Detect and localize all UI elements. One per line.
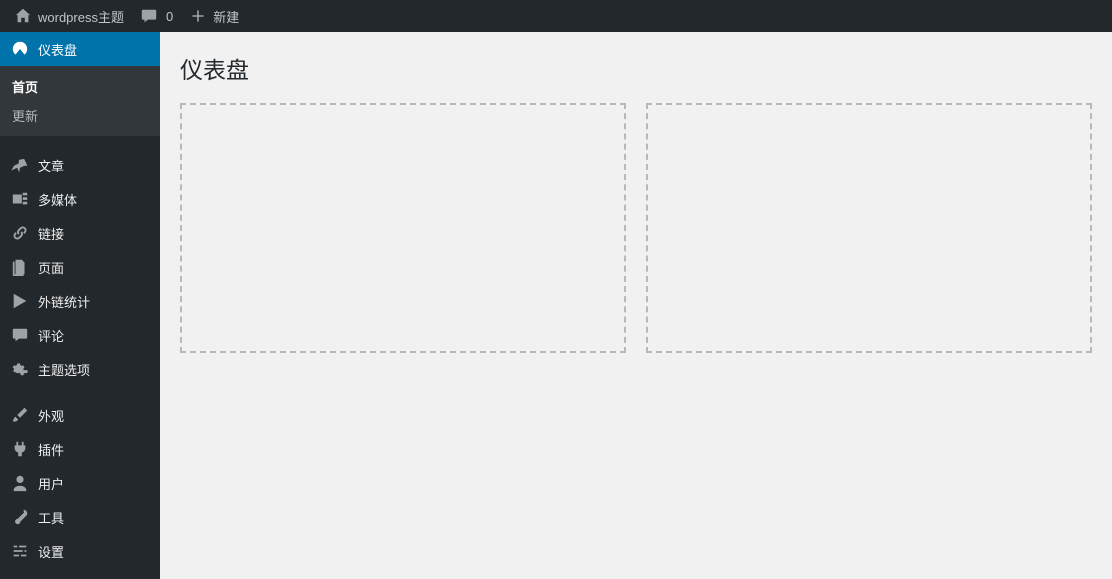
sidebar-item-label: 文章	[38, 156, 64, 175]
sidebar-item-label: 设置	[38, 542, 64, 561]
comment-icon	[10, 325, 30, 345]
sliders-icon	[10, 541, 30, 561]
sidebar-item-posts[interactable]: 文章	[0, 148, 160, 182]
pin-icon	[10, 155, 30, 175]
sidebar-item-appearance[interactable]: 外观	[0, 398, 160, 432]
admin-toolbar: wordpress主题 0 新建	[0, 0, 1112, 32]
wrench-icon	[10, 507, 30, 527]
sidebar-item-label: 主题选项	[38, 360, 90, 379]
sidebar-item-label: 外观	[38, 406, 64, 425]
sidebar-item-dashboard[interactable]: 仪表盘	[0, 32, 160, 66]
dashboard-icon	[10, 39, 30, 59]
sidebar-item-label: 工具	[38, 508, 64, 527]
stats-icon	[10, 291, 30, 311]
submenu-item-label: 首页	[12, 80, 38, 95]
sidebar-item-label: 链接	[38, 224, 64, 243]
dashboard-dropzone-right[interactable]	[646, 103, 1092, 353]
sidebar-item-label: 多媒体	[38, 190, 77, 209]
plugin-icon	[10, 439, 30, 459]
sidebar-item-pages[interactable]: 页面	[0, 250, 160, 284]
sidebar-item-comments[interactable]: 评论	[0, 318, 160, 352]
sidebar-item-label: 外链统计	[38, 292, 90, 311]
sidebar-item-label: 插件	[38, 440, 64, 459]
submenu-item-label: 更新	[12, 109, 38, 124]
sidebar-item-label: 页面	[38, 258, 64, 277]
sidebar-item-links[interactable]: 链接	[0, 216, 160, 250]
link-icon	[10, 223, 30, 243]
content-area: 仪表盘	[160, 32, 1112, 579]
site-link[interactable]: wordpress主题	[6, 0, 132, 32]
menu-separator	[0, 386, 160, 398]
dashboard-dropzone-left[interactable]	[180, 103, 626, 353]
admin-sidebar: 仪表盘 首页 更新 文章 多媒体 链接 页面	[0, 32, 160, 579]
sidebar-item-tools[interactable]: 工具	[0, 500, 160, 534]
comments-count: 0	[166, 9, 173, 24]
home-icon	[14, 7, 32, 25]
submenu-item-home[interactable]: 首页	[0, 72, 160, 101]
dashboard-submenu: 首页 更新	[0, 66, 160, 136]
sidebar-item-theme-options[interactable]: 主题选项	[0, 352, 160, 386]
submenu-item-updates[interactable]: 更新	[0, 101, 160, 130]
sidebar-item-media[interactable]: 多媒体	[0, 182, 160, 216]
user-icon	[10, 473, 30, 493]
site-title: wordpress主题	[38, 7, 124, 26]
comment-icon	[140, 7, 158, 25]
page-icon	[10, 257, 30, 277]
new-label: 新建	[213, 7, 239, 26]
sidebar-item-users[interactable]: 用户	[0, 466, 160, 500]
menu-separator	[0, 136, 160, 148]
dashboard-widgets	[180, 103, 1092, 353]
plus-icon	[189, 7, 207, 25]
new-content-link[interactable]: 新建	[181, 0, 247, 32]
sidebar-item-label: 仪表盘	[38, 40, 77, 59]
sidebar-item-label: 评论	[38, 326, 64, 345]
brush-icon	[10, 405, 30, 425]
comments-link[interactable]: 0	[132, 0, 181, 32]
sidebar-item-label: 用户	[38, 474, 64, 493]
gear-icon	[10, 359, 30, 379]
sidebar-item-external-stats[interactable]: 外链统计	[0, 284, 160, 318]
sidebar-item-plugins[interactable]: 插件	[0, 432, 160, 466]
media-icon	[10, 189, 30, 209]
page-title: 仪表盘	[180, 42, 1092, 89]
sidebar-item-settings[interactable]: 设置	[0, 534, 160, 568]
